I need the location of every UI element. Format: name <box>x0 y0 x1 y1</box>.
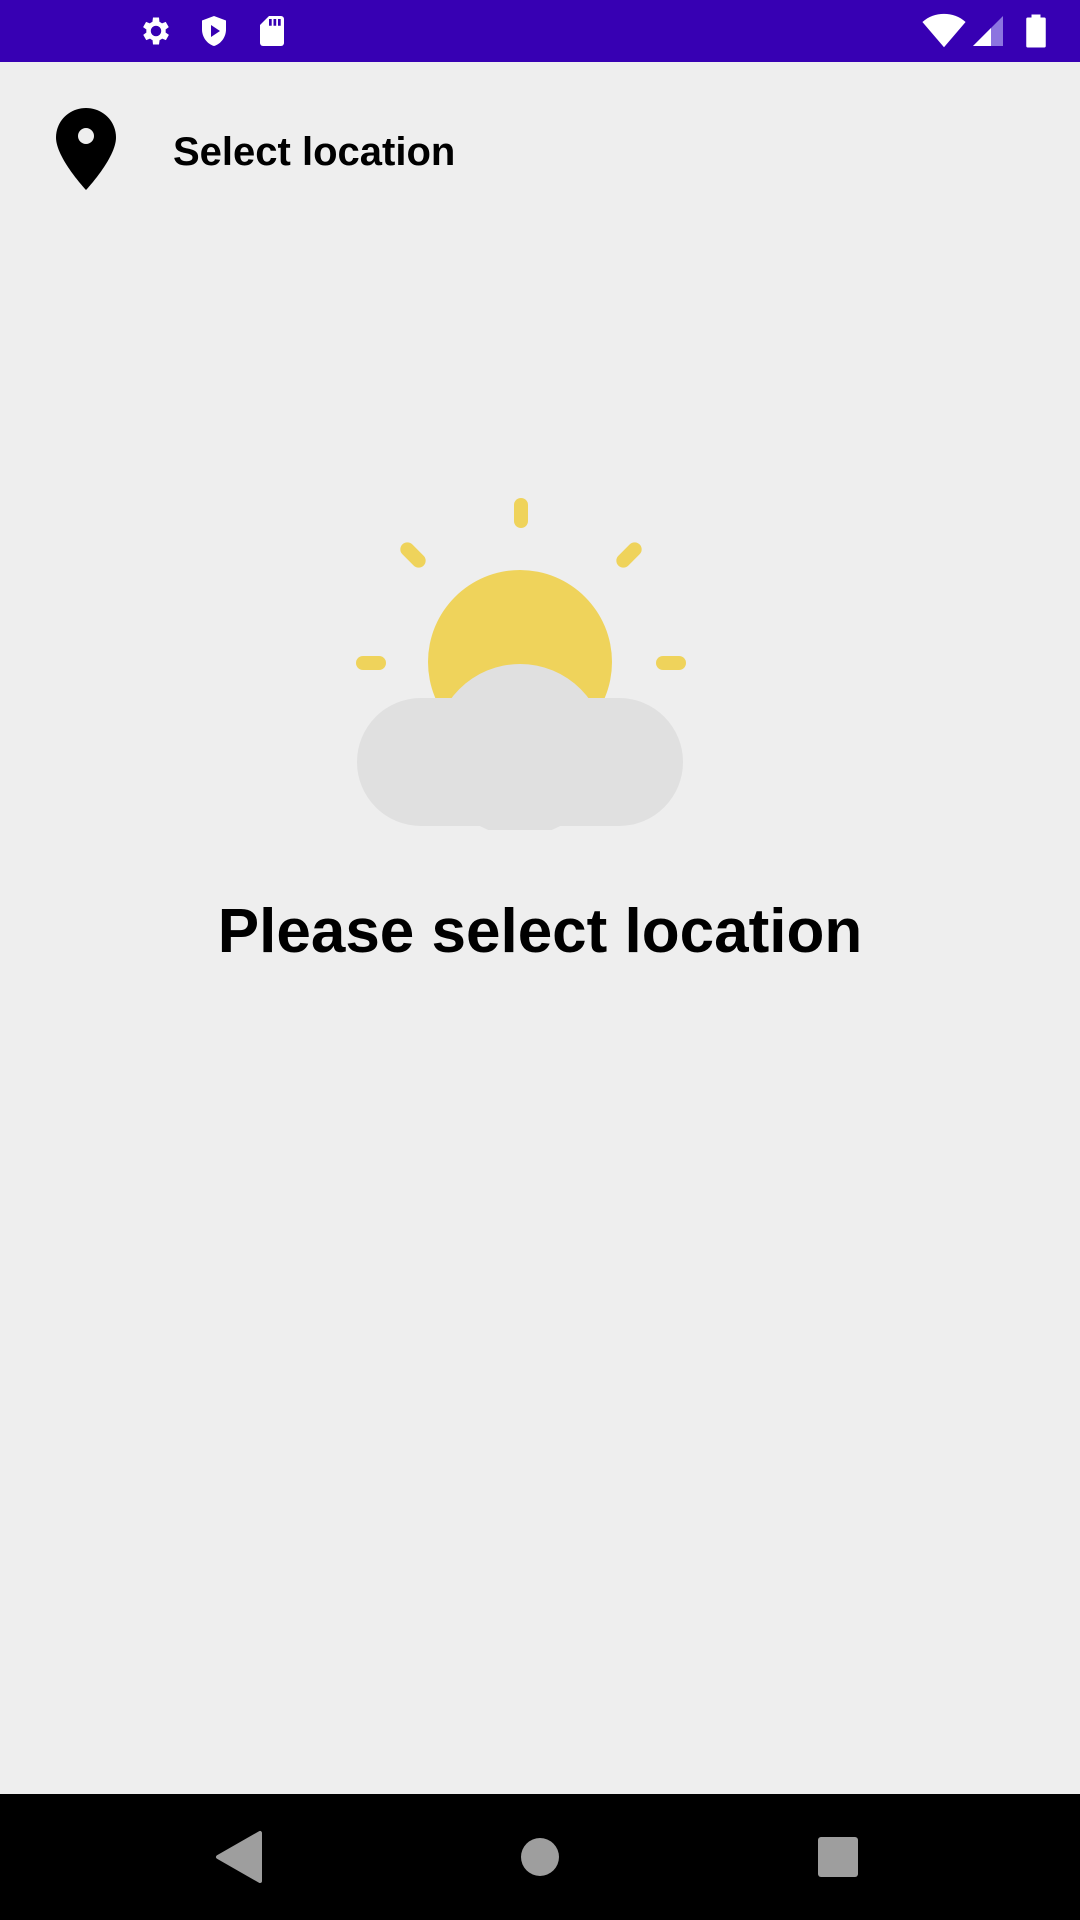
cloud <box>357 664 683 830</box>
battery-icon <box>1026 14 1046 48</box>
sun-ray-top-right <box>616 542 642 568</box>
settings-icon <box>143 17 169 45</box>
top-bar[interactable]: Select location <box>0 62 1080 240</box>
navigation-bar <box>0 1794 1080 1920</box>
shield-play-icon <box>202 16 226 46</box>
cell-signal-icon <box>973 16 1003 46</box>
select-location-title[interactable]: Select location <box>173 124 455 180</box>
sun-ray-right <box>656 656 686 670</box>
sun-ray-left <box>356 656 386 670</box>
status-bar <box>0 0 1080 62</box>
partly-sunny-icon <box>356 498 686 830</box>
empty-state-message: Please select location <box>217 897 863 966</box>
screen: Select location Please select location <box>0 0 1080 1920</box>
sd-card-icon <box>260 16 284 46</box>
home-icon[interactable] <box>510 1827 570 1887</box>
back-icon[interactable] <box>210 1827 270 1887</box>
recents-icon[interactable] <box>808 1827 868 1887</box>
sun-ray-top <box>514 498 528 528</box>
sun-ray-top-left <box>400 542 426 568</box>
wifi-icon <box>922 13 966 48</box>
location-pin-icon[interactable] <box>56 108 116 190</box>
